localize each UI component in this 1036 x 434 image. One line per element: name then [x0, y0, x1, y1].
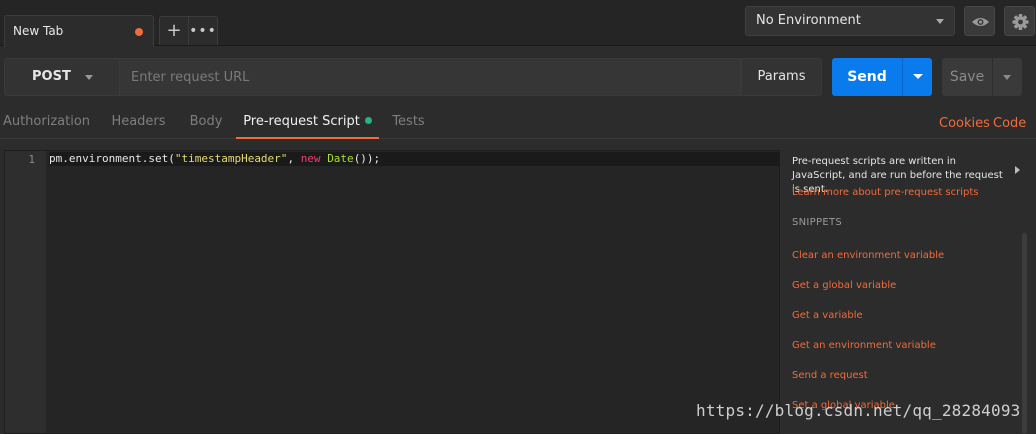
environment-quick-look-button[interactable]	[964, 6, 995, 36]
new-tab-button[interactable]: +	[159, 16, 189, 45]
tab-pre-request-script[interactable]: Pre-request Script	[236, 104, 379, 139]
request-tab[interactable]: New Tab	[4, 15, 154, 47]
code-line[interactable]: pm.environment.set("timestampHeader", ne…	[49, 152, 779, 166]
more-tabs-button[interactable]: •••	[189, 16, 218, 45]
save-button[interactable]: Save	[942, 58, 992, 96]
tab-tests[interactable]: Tests	[386, 104, 431, 139]
params-button[interactable]: Params	[741, 58, 822, 96]
method-select[interactable]: POST	[4, 58, 120, 96]
chevron-down-icon	[913, 74, 923, 79]
snippet-link[interactable]: Send a request	[792, 370, 868, 381]
manage-environments-button[interactable]	[1004, 6, 1035, 36]
code-token: ,	[287, 152, 301, 165]
chevron-down-icon	[85, 75, 93, 80]
gear-icon	[1012, 14, 1029, 30]
send-button[interactable]: Send	[832, 58, 902, 96]
chevron-down-icon	[936, 19, 944, 24]
tab-bar: New Tab + ••• No Environment	[0, 0, 1036, 47]
request-tab-label: New Tab	[13, 24, 64, 38]
request-url-input[interactable]	[120, 58, 741, 96]
snippet-link[interactable]: Get a global variable	[792, 280, 896, 291]
panel-scrollbar[interactable]	[1022, 233, 1027, 434]
line-gutter: 1	[5, 151, 46, 433]
environment-select[interactable]: No Environment	[745, 6, 955, 36]
snippet-link[interactable]: Clear an environment variable	[792, 250, 944, 261]
learn-more-link[interactable]: Learn more about pre-request scripts	[792, 187, 979, 198]
active-status-dot-icon	[364, 117, 372, 124]
snippets-panel: Pre-request scripts are written in JavaS…	[782, 140, 1036, 434]
code-token: pm.environment.set(	[49, 152, 175, 165]
script-editor[interactable]: 1 pm.environment.set("timestampHeader", …	[4, 150, 780, 434]
method-select-value: POST	[32, 69, 71, 84]
watermark-text: https://blog.csdn.net/qq_28284093	[696, 401, 1021, 420]
code-token-string: "timestampHeader"	[174, 152, 288, 165]
snippet-link[interactable]: Get a variable	[792, 310, 863, 321]
tab-headers[interactable]: Headers	[107, 104, 170, 139]
environment-select-value: No Environment	[756, 13, 861, 28]
tab-pre-request-script-label: Pre-request Script	[243, 114, 360, 129]
chevron-down-icon	[1003, 75, 1011, 80]
unsaved-dot-icon	[135, 28, 143, 36]
collapse-panel-arrow-icon[interactable]	[1015, 166, 1020, 174]
tab-body[interactable]: Body	[182, 104, 230, 139]
tab-authorization[interactable]: Authorization	[0, 104, 93, 139]
code-link[interactable]: Code	[993, 104, 1026, 139]
cookies-link[interactable]: Cookies	[939, 104, 990, 139]
request-subtabs: Authorization Headers Body Pre-request S…	[0, 104, 1036, 139]
save-options-button[interactable]	[992, 58, 1022, 96]
snippets-heading: SNIPPETS	[792, 217, 843, 228]
line-number: 1	[28, 153, 35, 166]
send-options-button[interactable]	[902, 58, 932, 96]
code-token: ());	[353, 152, 381, 165]
code-token-keyword: new	[300, 152, 321, 165]
eye-icon	[972, 18, 989, 26]
code-token-class: Date	[327, 152, 354, 165]
snippet-link[interactable]: Get an environment variable	[792, 340, 936, 351]
